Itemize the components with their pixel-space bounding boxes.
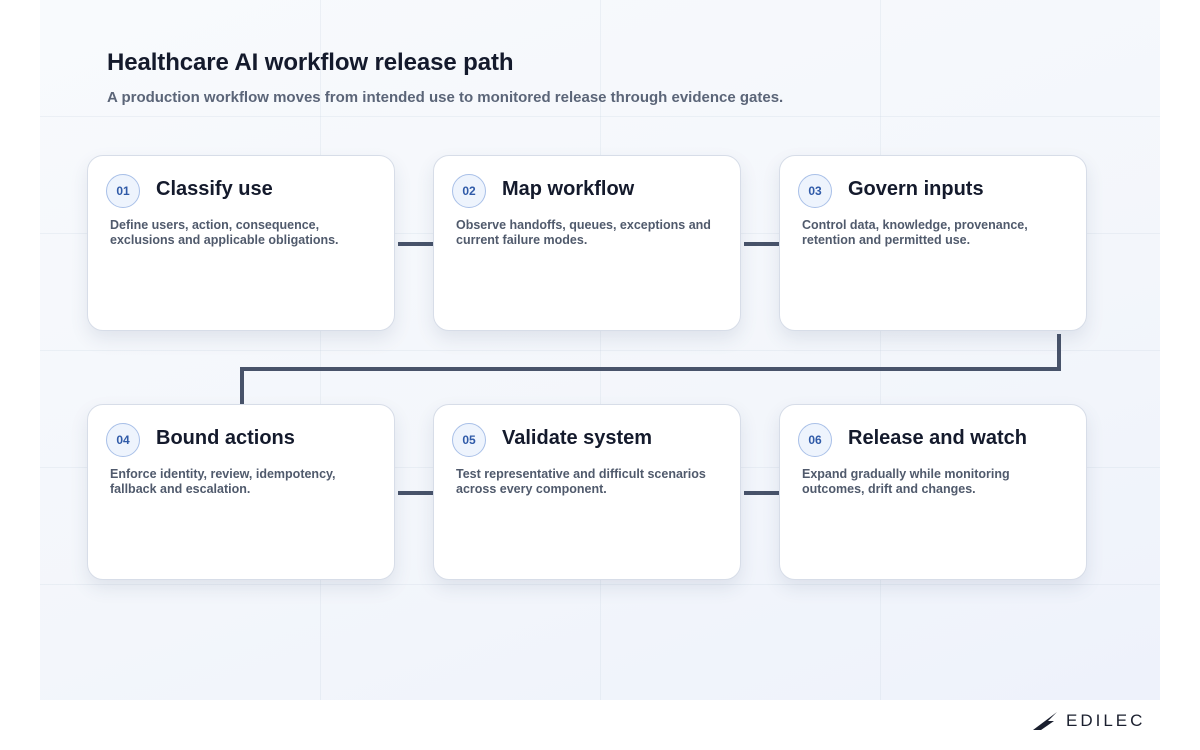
step-title: Map workflow	[502, 178, 635, 200]
step-description: Control data, knowledge, provenance, ret…	[802, 218, 1028, 247]
edilec-wing-icon	[1033, 712, 1057, 730]
flow-connectors	[240, 242, 1061, 495]
step-number-badge: 02	[452, 174, 486, 208]
step-description: Define users, action, consequence, exclu…	[110, 218, 339, 247]
step-title: Bound actions	[156, 427, 295, 449]
brand-logo: EDILEC	[1032, 711, 1145, 731]
step-number-badge: 04	[106, 423, 140, 457]
step-number-badge: 01	[106, 174, 140, 208]
step-card-release-and-watch: 06 Release and watch Expand gradually wh…	[779, 404, 1087, 580]
step-title: Classify use	[156, 178, 273, 200]
step-description: Test representative and difficult scenar…	[456, 467, 706, 496]
step-number-badge: 05	[452, 423, 486, 457]
brand-logo-text: EDILEC	[1066, 711, 1146, 730]
step-card-bound-actions: 04 Bound actions Enforce identity, revie…	[87, 404, 395, 580]
connector-03-04	[240, 334, 1061, 405]
step-description: Observe handoffs, queues, exceptions and…	[456, 218, 711, 247]
step-description: Enforce identity, review, idempotency, f…	[110, 467, 336, 496]
step-number-badge: 03	[798, 174, 832, 208]
step-card-map-workflow: 02 Map workflow Observe handoffs, queues…	[433, 155, 741, 331]
step-card-classify-use: 01 Classify use Define users, action, co…	[87, 155, 395, 331]
step-title: Validate system	[502, 427, 653, 449]
step-number-badge: 06	[798, 423, 832, 457]
step-title: Govern inputs	[848, 178, 984, 200]
step-card-validate-system: 05 Validate system Test representative a…	[433, 404, 741, 580]
step-card-govern-inputs: 03 Govern inputs Control data, knowledge…	[779, 155, 1087, 331]
step-title: Release and watch	[848, 427, 1027, 449]
step-description: Expand gradually while monitoring outcom…	[802, 467, 1010, 496]
